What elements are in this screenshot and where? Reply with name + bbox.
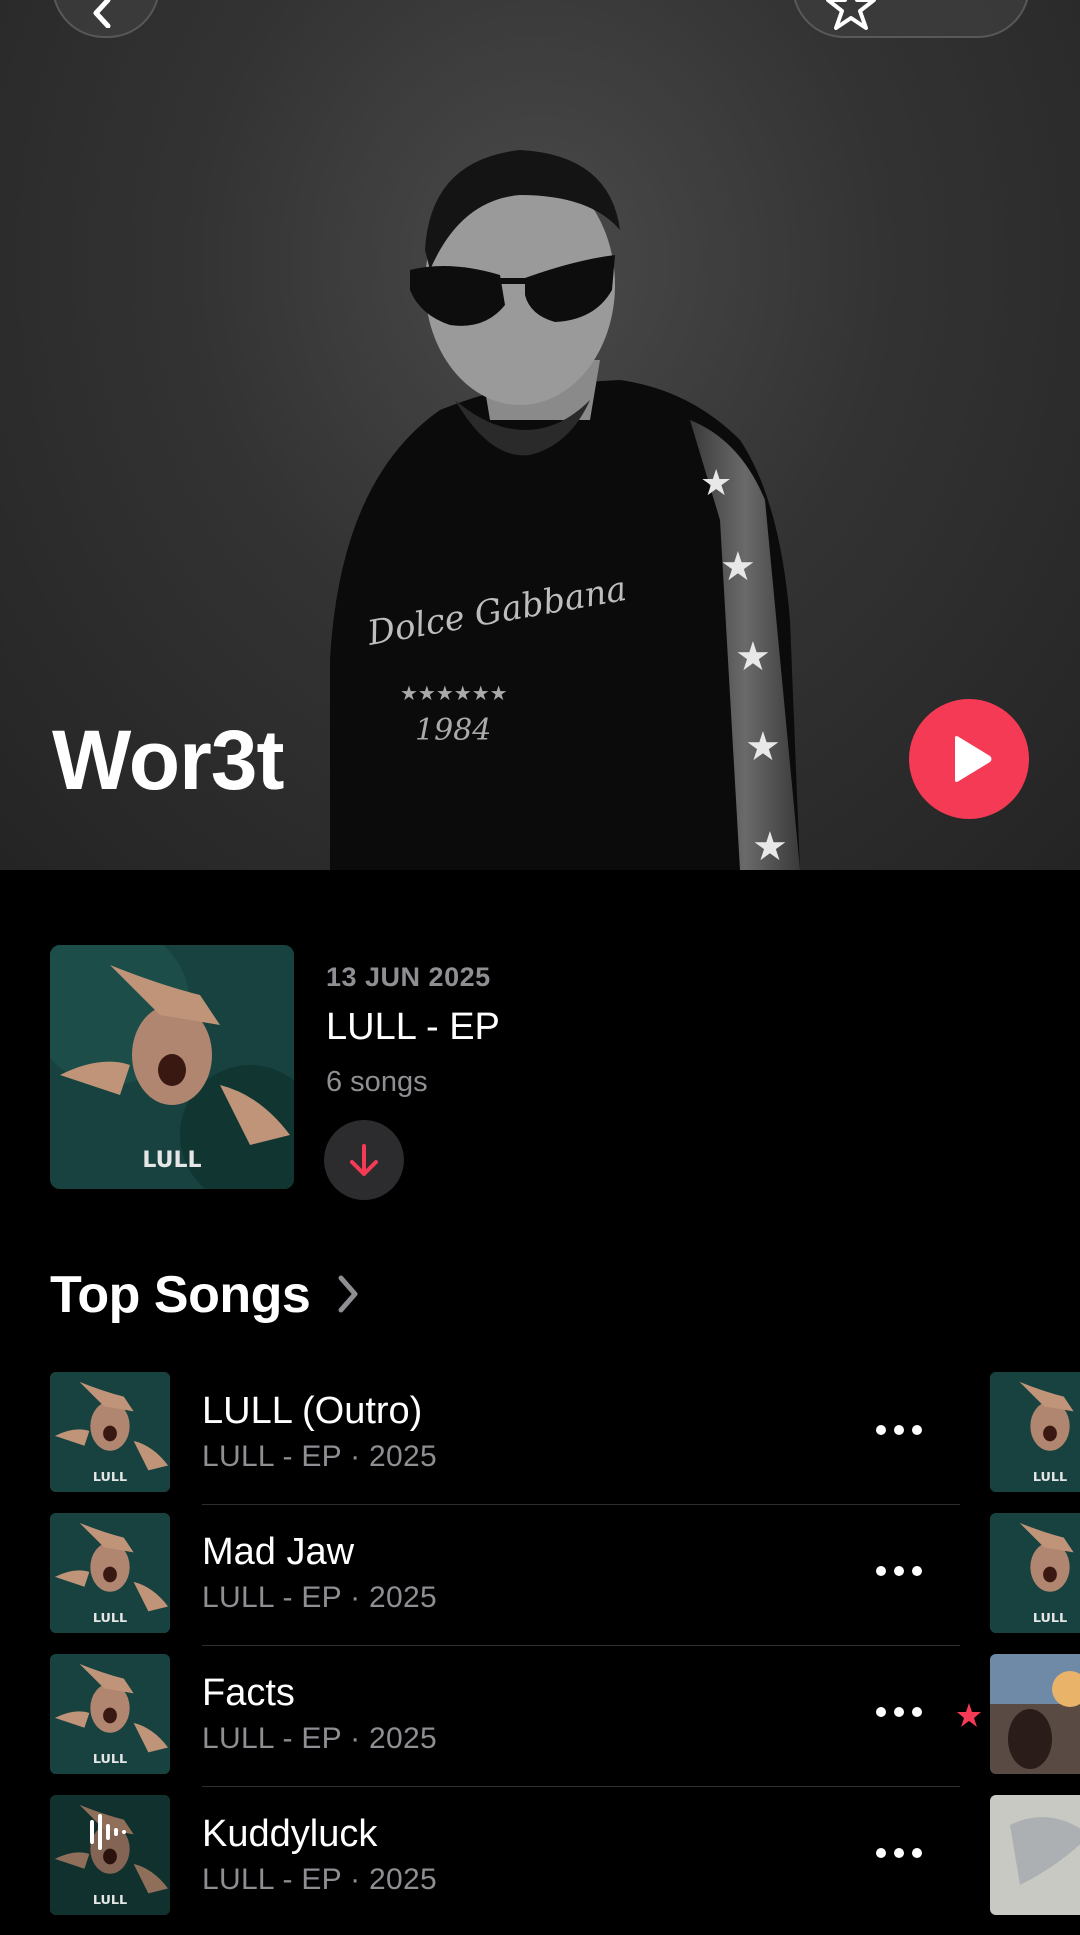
album-cover-image: LULL: [50, 1654, 170, 1774]
song-title: Mad Jaw: [202, 1531, 355, 1573]
play-icon: [955, 736, 992, 782]
album-cover-image: [990, 1654, 1080, 1774]
release-date: 13 JUN 2025: [326, 962, 491, 992]
favorite-button[interactable]: [792, 0, 1030, 38]
side-song-artwork[interactable]: [990, 1654, 1080, 1774]
cover-text: LULL: [93, 1752, 127, 1767]
song-row[interactable]: LULL LULL (Outro) LULL - EP · 2025: [0, 1372, 1080, 1512]
song-subtitle: LULL - EP · 2025: [202, 1722, 437, 1755]
svg-text:1984: 1984: [415, 713, 491, 748]
song-subtitle: LULL - EP · 2025: [202, 1863, 437, 1896]
svg-text:★: ★: [735, 635, 771, 679]
top-songs-header[interactable]: Top Songs: [50, 1265, 311, 1325]
arrow-down-icon: [350, 1144, 378, 1176]
album-cover-image: LULL: [50, 1372, 170, 1492]
back-button[interactable]: [52, 0, 160, 38]
cover-text: LULL: [93, 1893, 127, 1908]
song-subtitle: LULL - EP · 2025: [202, 1581, 437, 1614]
row-divider: [202, 1645, 960, 1646]
play-button[interactable]: [909, 699, 1029, 819]
waveform-icon: [90, 1814, 126, 1850]
release-cover-text: LULL: [142, 1148, 201, 1173]
svg-text:★: ★: [745, 725, 781, 769]
release-song-count: 6 songs: [326, 1066, 428, 1098]
svg-text:★★★★★★: ★★★★★★: [400, 681, 508, 705]
ellipsis-icon[interactable]: [874, 1700, 924, 1724]
chevron-right-icon[interactable]: [336, 1274, 360, 1314]
side-song-artwork[interactable]: [990, 1795, 1080, 1915]
cover-text: LULL: [1033, 1470, 1067, 1485]
artist-hero: Dolce Gabbana ★★★★★★ 1984 ★ ★ ★ ★ ★ Wor3…: [0, 0, 1080, 870]
song-subtitle: LULL - EP · 2025: [202, 1440, 437, 1473]
ellipsis-icon[interactable]: [874, 1841, 924, 1865]
artist-name: Wor3t: [52, 713, 284, 807]
chevron-left-icon: [93, 0, 111, 28]
ellipsis-icon[interactable]: [874, 1559, 924, 1583]
album-cover-image: [990, 1795, 1080, 1915]
cover-text: LULL: [1033, 1611, 1067, 1626]
album-cover-image: LULL: [50, 1513, 170, 1633]
song-title: Facts: [202, 1672, 295, 1714]
song-artwork: LULL: [50, 1372, 170, 1492]
download-button[interactable]: [324, 1120, 404, 1200]
ellipsis-icon[interactable]: [874, 1418, 924, 1442]
song-title: LULL (Outro): [202, 1390, 423, 1432]
artist-photo: Dolce Gabbana ★★★★★★ 1984 ★ ★ ★ ★ ★: [330, 150, 800, 870]
song-row[interactable]: LULL Facts LULL - EP · 2025: [0, 1654, 1080, 1794]
row-divider: [202, 1504, 960, 1505]
song-artwork: LULL: [50, 1654, 170, 1774]
song-row[interactable]: LULL Mad Jaw LULL - EP · 2025: [0, 1513, 1080, 1653]
svg-text:★: ★: [700, 462, 732, 503]
release-artwork[interactable]: LULL: [50, 945, 294, 1189]
album-cover-image: LULL: [50, 945, 294, 1189]
cover-text: LULL: [93, 1611, 127, 1626]
song-row[interactable]: LULL Kuddyluck LULL - EP · 2025: [0, 1795, 1080, 1935]
album-cover-image: LULL: [990, 1513, 1080, 1633]
song-title: Kuddyluck: [202, 1813, 378, 1855]
side-song-artwork[interactable]: LULL: [990, 1513, 1080, 1633]
svg-text:★: ★: [720, 545, 756, 589]
release-title[interactable]: LULL - EP: [326, 1006, 500, 1049]
cover-text: LULL: [93, 1470, 127, 1485]
svg-text:★: ★: [752, 825, 788, 869]
row-divider: [202, 1786, 960, 1787]
album-cover-image: LULL: [990, 1372, 1080, 1492]
star-icon: [826, 0, 876, 30]
side-song-artwork[interactable]: LULL: [990, 1372, 1080, 1492]
star-icon: [957, 1703, 981, 1727]
song-artwork: LULL: [50, 1513, 170, 1633]
